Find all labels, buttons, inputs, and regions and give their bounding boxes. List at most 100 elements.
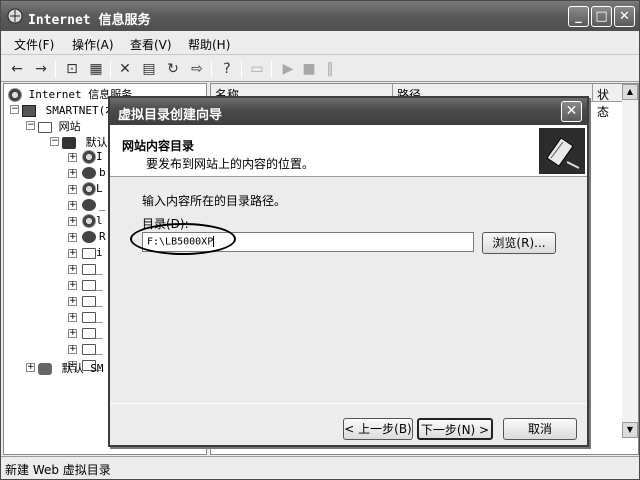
- tree-child[interactable]: _: [82, 278, 103, 294]
- expand-icon[interactable]: +: [68, 201, 77, 210]
- directory-path-input[interactable]: F:\LB5000XP: [142, 232, 474, 252]
- folder-icon: [82, 295, 96, 307]
- menu-file[interactable]: 文件(F): [14, 36, 54, 53]
- tree-websites[interactable]: 网站: [38, 118, 81, 134]
- expand-icon[interactable]: +: [68, 217, 77, 226]
- scroll-down-icon[interactable]: ▼: [622, 422, 638, 438]
- tree-child-label: _: [99, 198, 106, 211]
- wizard-separator: [110, 403, 587, 404]
- column-header-status[interactable]: 状态: [593, 84, 623, 119]
- collapse-icon[interactable]: −: [50, 137, 59, 146]
- tree-server[interactable]: SMARTNET(本: [22, 102, 116, 118]
- maximize-button[interactable]: □: [591, 6, 612, 27]
- next-button[interactable]: 下一步(N) >: [417, 418, 493, 440]
- wizard-subheading: 要发布到网站上的内容的位置。: [146, 157, 315, 171]
- cancel-button[interactable]: 取消: [503, 418, 577, 440]
- iis-app-icon: [7, 8, 23, 24]
- expand-icon[interactable]: +: [68, 265, 77, 274]
- tree-child[interactable]: _: [82, 342, 103, 358]
- directory-label: 目录(D):: [142, 217, 189, 231]
- collapse-icon[interactable]: −: [26, 121, 35, 130]
- tree-websites-label: 网站: [58, 120, 81, 133]
- gear-icon: [82, 214, 96, 228]
- tree-child-label: I: [96, 150, 103, 163]
- expand-icon[interactable]: +: [68, 281, 77, 290]
- tree-child-label: _: [96, 278, 103, 291]
- up-folder-icon[interactable]: ⊡: [62, 59, 82, 79]
- menu-view[interactable]: 查看(V): [130, 36, 172, 53]
- wizard-header: 网站内容目录 要发布到网站上的内容的位置。: [110, 125, 587, 177]
- virtual-directory-wizard: 虚拟目录创建向导 ✕ 网站内容目录 要发布到网站上的内容的位置。 输入内容所在的…: [108, 96, 589, 447]
- menu-action[interactable]: 操作(A): [72, 36, 114, 53]
- expand-icon[interactable]: +: [68, 297, 77, 306]
- tree-child[interactable]: _: [82, 326, 103, 342]
- help-icon[interactable]: ?: [217, 59, 237, 79]
- expand-icon[interactable]: +: [26, 363, 35, 372]
- globe-icon: [82, 231, 96, 243]
- back-button[interactable]: < 上一步(B): [343, 418, 413, 440]
- folder-icon: [82, 327, 96, 339]
- tree-child[interactable]: _: [82, 294, 103, 310]
- close-button[interactable]: ✕: [614, 6, 635, 27]
- expand-icon[interactable]: +: [68, 233, 77, 242]
- wizard-heading: 网站内容目录: [122, 139, 195, 153]
- wizard-close-button[interactable]: ✕: [561, 101, 582, 122]
- title-bar[interactable]: Internet 信息服务 _ □ ✕: [1, 1, 639, 31]
- wizard-icon: [539, 128, 585, 174]
- expand-icon[interactable]: +: [68, 345, 77, 354]
- expand-icon[interactable]: +: [68, 249, 77, 258]
- menu-help[interactable]: 帮助(H): [188, 36, 230, 53]
- tree-child[interactable]: L: [82, 182, 103, 198]
- refresh-icon[interactable]: ↻: [163, 59, 183, 79]
- tree-child[interactable]: b: [82, 166, 106, 182]
- expand-icon[interactable]: +: [68, 169, 77, 178]
- iis-icon: [8, 88, 22, 102]
- tree-child[interactable]: _: [82, 198, 106, 214]
- expand-icon[interactable]: +: [68, 185, 77, 194]
- stop-icon[interactable]: ■: [299, 59, 319, 79]
- computer-icon[interactable]: ▭: [247, 59, 267, 79]
- minimize-button[interactable]: _: [568, 6, 589, 27]
- folder-icon: [38, 121, 52, 133]
- tree-child-label: R: [99, 230, 106, 243]
- back-arrow-icon[interactable]: ←: [7, 59, 27, 79]
- pause-icon[interactable]: ‖: [320, 59, 340, 79]
- directory-path-value: F:\LB5000XP: [147, 236, 214, 248]
- tree-child[interactable]: I: [82, 150, 103, 166]
- tree-child[interactable]: l: [82, 214, 103, 230]
- menu-bar: 文件(F) 操作(A) 查看(V) 帮助(H): [1, 31, 639, 55]
- export-icon[interactable]: ⇨: [187, 59, 207, 79]
- vertical-scrollbar[interactable]: ▲ ▼: [622, 84, 638, 438]
- properties-icon[interactable]: ▤: [139, 59, 159, 79]
- instruction-text: 输入内容所在的目录路径。: [142, 194, 287, 208]
- tree-child[interactable]: R: [82, 230, 106, 246]
- tree-smtp-label: 默认 SM: [61, 362, 104, 375]
- expand-icon[interactable]: +: [68, 153, 77, 162]
- scroll-up-icon[interactable]: ▲: [622, 84, 638, 100]
- tree-child[interactable]: _: [82, 262, 103, 278]
- collapse-icon[interactable]: −: [10, 105, 19, 114]
- expand-icon[interactable]: +: [68, 329, 77, 338]
- tree-child[interactable]: i: [82, 246, 103, 262]
- folder-icon: [82, 311, 96, 323]
- smtp-icon: [38, 363, 52, 375]
- wizard-title: 虚拟目录创建向导: [118, 108, 223, 123]
- tree-smtp[interactable]: 默认 SM: [38, 360, 104, 376]
- website-icon: [62, 137, 76, 149]
- tree-child-label: _: [96, 262, 103, 275]
- tree-child-label: L: [96, 182, 103, 195]
- play-icon[interactable]: ▶: [278, 59, 298, 79]
- server-icon: [22, 105, 36, 117]
- browse-button[interactable]: 浏览(R)...: [482, 232, 556, 254]
- tree-default-site[interactable]: 默认: [62, 134, 108, 150]
- gear-icon: [82, 150, 96, 164]
- expand-icon[interactable]: +: [68, 313, 77, 322]
- forward-arrow-icon[interactable]: →: [31, 59, 51, 79]
- tree-child-label: _: [96, 326, 103, 339]
- tree-child[interactable]: _: [82, 310, 103, 326]
- wizard-title-bar[interactable]: 虚拟目录创建向导 ✕: [110, 98, 587, 125]
- tree-child-label: _: [96, 294, 103, 307]
- show-tree-icon[interactable]: ▦: [86, 59, 106, 79]
- toolbar-separator: [241, 60, 242, 78]
- delete-icon[interactable]: ✕: [115, 59, 135, 79]
